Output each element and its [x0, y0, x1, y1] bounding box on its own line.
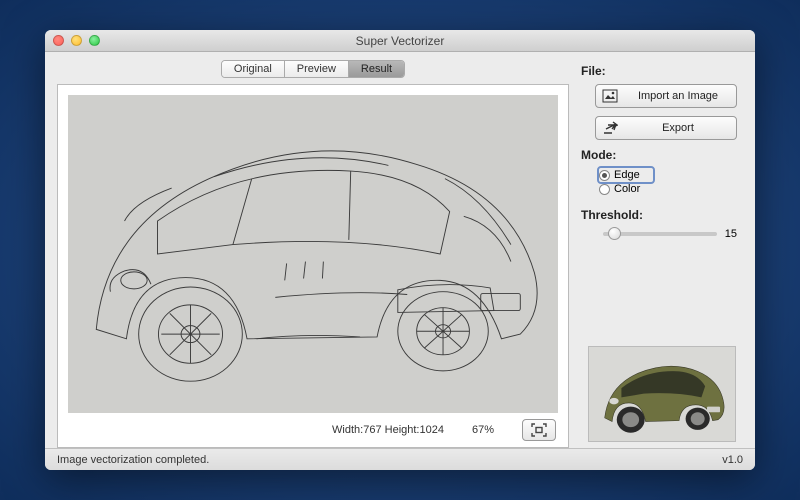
slider-thumb[interactable]: [608, 227, 621, 240]
mode-section-label: Mode:: [581, 148, 743, 162]
tab-original[interactable]: Original: [222, 61, 285, 77]
fit-to-screen-button[interactable]: [522, 419, 556, 441]
fit-screen-icon: [531, 423, 547, 437]
mode-edge-radio[interactable]: Edge: [599, 168, 653, 182]
threshold-row: 15: [603, 228, 737, 240]
status-message: Image vectorization completed.: [57, 454, 209, 466]
import-image-icon: [602, 89, 618, 103]
threshold-section-label: Threshold:: [581, 208, 743, 222]
threshold-value: 15: [725, 228, 737, 240]
export-icon: [602, 121, 618, 135]
import-button[interactable]: Import an Image: [595, 84, 737, 108]
result-canvas[interactable]: [68, 95, 558, 413]
window-title: Super Vectorizer: [45, 34, 755, 48]
mode-edge-label: Edge: [614, 169, 640, 181]
radio-icon: [599, 170, 610, 181]
version-label: v1.0: [722, 454, 743, 466]
sidebar: File: Import an Image Export Mode:: [581, 60, 743, 448]
view-tabs: Original Preview Result: [221, 60, 405, 78]
source-thumbnail[interactable]: [588, 346, 736, 442]
statusbar: Image vectorization completed. v1.0: [45, 448, 755, 470]
main-panel: Original Preview Result: [57, 60, 569, 448]
titlebar: Super Vectorizer: [45, 30, 755, 52]
canvas-frame: Width:767 Height:1024 67%: [57, 84, 569, 448]
threshold-slider[interactable]: [603, 232, 717, 236]
vectorized-car-image: [68, 95, 558, 413]
tab-result[interactable]: Result: [349, 61, 404, 77]
export-label: Export: [626, 122, 730, 134]
mode-color-label: Color: [614, 183, 640, 195]
export-button[interactable]: Export: [595, 116, 737, 140]
app-window: Super Vectorizer Original Preview Result: [45, 30, 755, 470]
image-dimensions: Width:767 Height:1024: [332, 424, 444, 436]
mode-radio-group: Edge Color: [599, 168, 743, 196]
canvas-footer: Width:767 Height:1024 67%: [62, 415, 564, 443]
mode-color-radio[interactable]: Color: [599, 182, 743, 196]
zoom-level: 67%: [472, 424, 494, 436]
file-section-label: File:: [581, 64, 743, 78]
tab-preview[interactable]: Preview: [285, 61, 349, 77]
radio-icon: [599, 184, 610, 195]
content-area: Original Preview Result: [45, 52, 755, 448]
import-label: Import an Image: [626, 90, 730, 102]
